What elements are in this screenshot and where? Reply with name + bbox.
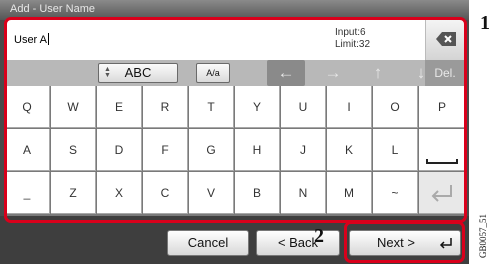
window-title: Add - User Name	[10, 3, 95, 15]
callout-number-2: 2	[314, 225, 324, 247]
callout-box-1	[4, 17, 467, 223]
figure-code-text: GB0057_51	[478, 213, 488, 258]
back-label: < Back	[277, 235, 319, 250]
callout-number-1: 1	[480, 12, 490, 34]
figure-code: GB0057_51	[478, 190, 488, 260]
cancel-button[interactable]: Cancel	[167, 230, 249, 256]
back-button[interactable]: < Back	[256, 230, 340, 256]
cancel-label: Cancel	[187, 235, 229, 250]
callout-box-2	[344, 221, 465, 263]
